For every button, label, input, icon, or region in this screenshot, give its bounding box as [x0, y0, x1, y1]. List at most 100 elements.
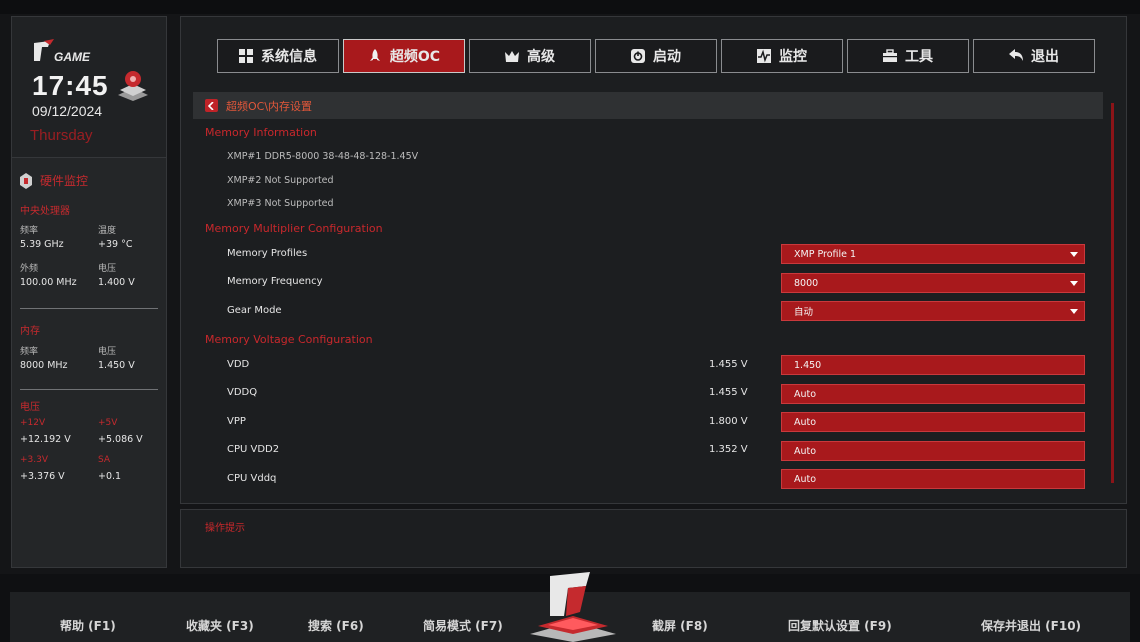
tab-overclock[interactable]: 超频OC [343, 39, 465, 73]
rocket-icon [369, 49, 380, 61]
xmp1-info: XMP#1 DDR5-8000 38-48-48-128-1.45V [227, 151, 419, 162]
tab-advanced[interactable]: 高级 [469, 39, 591, 73]
search-key-button[interactable]: 搜索 (F6) [308, 617, 364, 634]
scrollbar[interactable] [1111, 103, 1114, 483]
screenshot-key-button[interactable]: 截屏 (F8) [652, 617, 708, 634]
igame-logo: GAME [34, 39, 91, 64]
toolbox-icon [883, 49, 897, 62]
cpu-vddq-label: CPU Vddq [227, 473, 277, 484]
chevron-down-icon [1070, 252, 1078, 257]
v33-value: +3.376 V [20, 471, 65, 482]
vpp-input[interactable]: Auto [781, 412, 1085, 432]
cpu-freq-label: 频率 [20, 226, 39, 236]
memory-section-title: 内存 [20, 326, 40, 337]
top-strip [0, 0, 1140, 14]
tab-label: 高级 [527, 49, 555, 65]
memory-profiles-label: Memory Profiles [227, 248, 308, 259]
tab-label: 超频OC [389, 49, 441, 65]
cpu-section-title: 中央处理器 [20, 206, 70, 217]
v12-label: +12V [20, 418, 46, 428]
pulse-icon [757, 49, 771, 63]
input-value: Auto [794, 416, 817, 428]
help-title: 操作提示 [205, 523, 245, 534]
breadcrumb: 超频OC\内存设置 [193, 92, 1103, 119]
v33-label: +3.3V [20, 455, 49, 465]
back-icon[interactable] [205, 99, 218, 112]
monitor-icon [20, 172, 32, 189]
main-panel: 系统信息 超频OC 高级 启动 监控 工具 退出 超频OC\内存设置 Memor… [180, 16, 1127, 504]
cpu-vddq-input[interactable]: Auto [781, 469, 1085, 489]
chevron-down-icon [1070, 281, 1078, 286]
tab-monitor[interactable]: 监控 [721, 39, 843, 73]
help-panel: 操作提示 [180, 509, 1127, 568]
tab-tools[interactable]: 工具 [847, 39, 969, 73]
breadcrumb-text: 超频OC\内存设置 [226, 99, 313, 113]
easy-mode-key-button[interactable]: 简易模式 (F7) [423, 617, 503, 634]
tab-label: 系统信息 [261, 49, 317, 65]
back-arrow-icon [1009, 49, 1023, 61]
tab-label: 工具 [905, 49, 933, 65]
tab-label: 监控 [779, 49, 807, 65]
help-key-button[interactable]: 帮助 (F1) [60, 617, 116, 634]
tab-label: 启动 [653, 49, 681, 65]
input-value: Auto [794, 473, 817, 485]
mem-freq-label: 频率 [20, 347, 39, 357]
chip-icon [118, 71, 148, 101]
memory-info-title: Memory Information [205, 126, 317, 139]
cpu-vdd2-current: 1.352 V [709, 444, 748, 455]
monitor-title-text: 硬件监控 [40, 174, 89, 188]
v5-value: +5.086 V [98, 434, 143, 445]
hardware-sidebar: GAME 17:45 09/12/2024 Thursday 硬件监控 中央处理… [11, 16, 167, 568]
cpu-freq-value: 5.39 GHz [20, 239, 64, 250]
select-value: 8000 [794, 277, 819, 289]
cpu-vdd2-input[interactable]: Auto [781, 441, 1085, 461]
tab-system-info[interactable]: 系统信息 [217, 39, 339, 73]
vpp-current: 1.800 V [709, 416, 748, 427]
power-icon [631, 49, 645, 63]
select-value: 自动 [794, 307, 814, 318]
cpu-temp-label: 温度 [98, 226, 117, 236]
voltage-section-title: 电压 [20, 402, 40, 413]
tab-boot[interactable]: 启动 [595, 39, 717, 73]
hardware-monitor-title: 硬件监控 [20, 172, 88, 189]
multiplier-config-title: Memory Multiplier Configuration [205, 222, 383, 235]
voltage-config-title: Memory Voltage Configuration [205, 333, 373, 346]
clock-panel: GAME 17:45 09/12/2024 Thursday [12, 17, 166, 158]
divider [20, 389, 158, 390]
cpu-vdd2-label: CPU VDD2 [227, 444, 280, 455]
tab-bar: 系统信息 超频OC 高级 启动 监控 工具 退出 [217, 39, 1095, 73]
memory-frequency-select[interactable]: 8000 [781, 273, 1085, 293]
input-value: 1.450 [794, 359, 822, 371]
vddq-input[interactable]: Auto [781, 384, 1085, 404]
gear-mode-label: Gear Mode [227, 305, 282, 316]
grid-icon [239, 49, 253, 63]
chevron-down-icon [1070, 309, 1078, 314]
vdd-label: VDD [227, 359, 250, 370]
sa-label: SA [98, 455, 111, 465]
favorites-key-button[interactable]: 收藏夹 (F3) [186, 617, 254, 634]
mem-freq-value: 8000 MHz [20, 360, 68, 371]
divider [20, 308, 158, 309]
vpp-label: VPP [227, 416, 246, 427]
crown-icon [505, 51, 519, 62]
select-value: XMP Profile 1 [794, 248, 857, 260]
memory-profiles-select[interactable]: XMP Profile 1 [781, 244, 1085, 264]
input-value: Auto [794, 445, 817, 457]
vdd-input[interactable]: 1.450 [781, 355, 1085, 375]
cpu-bclk-label: 外频 [20, 264, 39, 274]
cpu-bclk-value: 100.00 MHz [20, 277, 77, 288]
tab-exit[interactable]: 退出 [973, 39, 1095, 73]
cpu-volt-value: 1.400 V [98, 277, 135, 288]
v5-label: +5V [98, 418, 118, 428]
igame-emblem-icon [530, 572, 616, 642]
svg-text:GAME: GAME [54, 50, 91, 64]
gear-mode-select[interactable]: 自动 [781, 301, 1085, 321]
vddq-current: 1.455 V [709, 387, 748, 398]
v12-value: +12.192 V [20, 434, 71, 445]
mem-volt-value: 1.450 V [98, 360, 135, 371]
tab-label: 退出 [1031, 49, 1059, 65]
vddq-label: VDDQ [227, 387, 258, 398]
clock-date: 09/12/2024 [32, 103, 103, 119]
load-defaults-key-button[interactable]: 回复默认设置 (F9) [788, 617, 892, 634]
save-exit-key-button[interactable]: 保存并退出 (F10) [981, 617, 1081, 634]
